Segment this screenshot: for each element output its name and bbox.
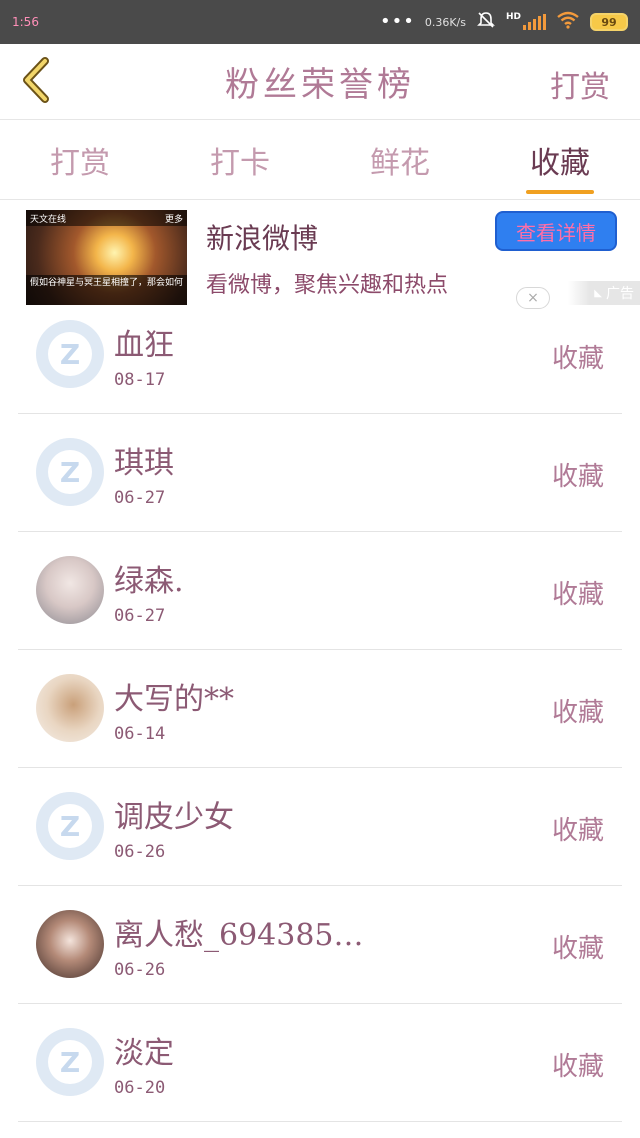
avatar[interactable] <box>36 674 104 742</box>
date: 06-26 <box>114 842 166 862</box>
favorites-list: Z 血狂 08-17 收藏 Z 琪琪 06-27 收藏 绿森. 06-27 收藏… <box>0 296 640 1122</box>
tab-label: 打赏 <box>50 145 110 181</box>
date: 06-20 <box>114 1078 166 1098</box>
tab-reward[interactable]: 打赏 <box>0 120 160 199</box>
tab-label: 收藏 <box>530 145 590 181</box>
user-name: 血狂 <box>114 328 174 363</box>
favorite-label: 收藏 <box>551 934 604 964</box>
favorite-label: 收藏 <box>551 1052 604 1082</box>
avatar[interactable]: Z <box>36 320 104 388</box>
tab-label: 打卡 <box>210 145 270 181</box>
list-item[interactable]: 绿森. 06-27 收藏 <box>0 532 640 650</box>
date: 06-26 <box>114 960 166 980</box>
ad-description: 看微博，聚焦兴趣和热点 <box>206 273 449 298</box>
status-left: 1:56 <box>12 15 39 29</box>
user-name: 离人愁_694385… <box>114 918 364 953</box>
signal-icon <box>523 14 546 30</box>
favorite-label: 收藏 <box>551 462 604 492</box>
status-time: 1:56 <box>12 15 39 29</box>
page-title: 粉丝荣誉榜 <box>225 65 415 105</box>
ad-thumbnail[interactable]: 天文在线 更多 假如谷神星与冥王星相撞了，那会如何 <box>26 210 187 305</box>
date: 06-14 <box>114 724 166 744</box>
date: 06-27 <box>114 488 166 508</box>
list-item[interactable]: 大写的** 06-14 收藏 <box>0 650 640 768</box>
favorite-label: 收藏 <box>551 344 604 374</box>
app-header: 粉丝荣誉榜 打赏 <box>0 44 640 120</box>
avatar[interactable]: Z <box>36 1028 104 1096</box>
more-dots-icon: ••• <box>379 11 415 32</box>
user-name: 琪琪 <box>114 446 174 481</box>
ad-view-details-button[interactable]: 查看详情 <box>495 211 617 251</box>
ad-thumb-header: 天文在线 更多 <box>26 210 187 226</box>
chevron-left-icon <box>21 57 51 107</box>
ad-banner[interactable]: 天文在线 更多 假如谷神星与冥王星相撞了，那会如何 新浪微博 看微博，聚焦兴趣和… <box>0 201 640 311</box>
favorite-label: 收藏 <box>551 698 604 728</box>
reward-button[interactable]: 打赏 <box>550 62 610 106</box>
favorite-label: 收藏 <box>551 580 604 610</box>
user-name: 大写的** <box>114 682 234 717</box>
list-item[interactable]: 离人愁_694385… 06-26 收藏 <box>0 886 640 1004</box>
default-avatar-icon: Z <box>48 804 92 848</box>
avatar[interactable] <box>36 910 104 978</box>
list-item[interactable]: Z 淡定 06-20 收藏 <box>0 1004 640 1122</box>
tab-flowers[interactable]: 鲜花 <box>320 120 480 199</box>
divider <box>18 1121 622 1122</box>
default-avatar-icon: Z <box>48 1040 92 1084</box>
wifi-icon <box>556 11 580 33</box>
tab-bar: 打赏 打卡 鲜花 收藏 <box>0 120 640 200</box>
default-avatar-icon: Z <box>48 450 92 494</box>
hd-label: HD <box>505 12 521 22</box>
battery-icon: 99 <box>590 13 628 31</box>
list-item[interactable]: Z 调皮少女 06-26 收藏 <box>0 768 640 886</box>
active-tab-indicator <box>526 190 594 194</box>
tab-checkin[interactable]: 打卡 <box>160 120 320 199</box>
net-speed: 0.36K/s <box>424 15 466 29</box>
avatar[interactable]: Z <box>36 792 104 860</box>
user-name: 调皮少女 <box>114 800 234 835</box>
list-item[interactable]: Z 琪琪 06-27 收藏 <box>0 414 640 532</box>
user-name: 绿森. <box>114 564 184 599</box>
ad-thumb-source: 天文在线 <box>30 214 67 225</box>
ad-title[interactable]: 新浪微博 <box>206 217 318 257</box>
default-avatar-icon: Z <box>48 332 92 376</box>
mute-bell-icon <box>476 10 496 34</box>
list-item[interactable]: Z 血狂 08-17 收藏 <box>0 296 640 414</box>
date: 08-17 <box>114 370 166 390</box>
avatar[interactable] <box>36 556 104 624</box>
tab-favorites[interactable]: 收藏 <box>480 120 640 199</box>
status-bar: 1:56 ••• 0.36K/s HD 99 <box>0 0 640 44</box>
date: 06-27 <box>114 606 166 626</box>
status-right: ••• 0.36K/s HD 99 <box>380 10 628 34</box>
user-name: 淡定 <box>114 1036 174 1071</box>
ad-thumb-more: 更多 <box>164 214 183 225</box>
favorite-label: 收藏 <box>551 816 604 846</box>
avatar[interactable]: Z <box>36 438 104 506</box>
tab-label: 鲜花 <box>370 145 430 181</box>
back-button[interactable] <box>16 57 56 107</box>
